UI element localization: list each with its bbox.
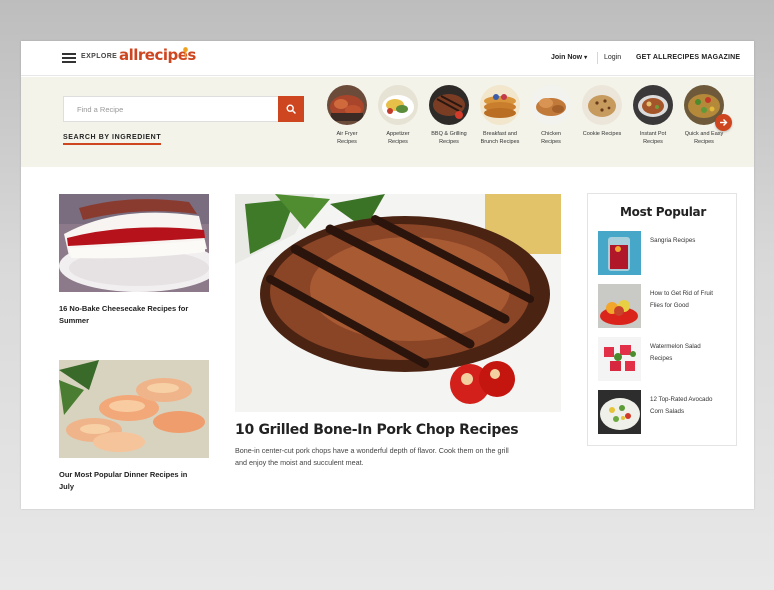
category-label: Instant Pot Recipes <box>639 131 667 145</box>
magazine-link[interactable]: GET ALLRECIPES MAGAZINE <box>636 54 740 61</box>
browser-viewport: EXPLORE allrecipes Join Now ▾ Login GET A… <box>21 41 754 509</box>
category-image <box>429 85 469 125</box>
search-icon <box>286 104 296 114</box>
join-now-dropdown[interactable]: Join Now ▾ <box>551 54 587 61</box>
category-breakfast-brunch[interactable]: Breakfast and Brunch Recipes <box>474 85 526 146</box>
most-popular-title: Most Popular <box>620 205 706 219</box>
carousel-next-button[interactable] <box>715 114 732 131</box>
feature-title[interactable]: 10 Grilled Bone-In Pork Chop Recipes <box>235 422 519 438</box>
arrow-right-icon <box>720 119 728 126</box>
category-image <box>480 85 520 125</box>
popular-item-label: How to Get Rid of Fruit Flies for Good <box>650 290 713 309</box>
category-label: Breakfast and Brunch Recipes <box>480 131 520 145</box>
search-button[interactable] <box>278 96 304 122</box>
popular-item-label: Sangria Recipes <box>650 237 696 244</box>
category-chicken[interactable]: Chicken Recipes <box>525 85 577 146</box>
category-image <box>633 85 673 125</box>
search-box <box>63 96 304 122</box>
dinner-image <box>59 360 209 458</box>
category-label: BBQ & Grilling Recipes <box>431 131 467 145</box>
popular-item-label: 12 Top-Rated Avocado Corn Salads <box>650 396 713 415</box>
logo-spoon-icon <box>183 47 188 58</box>
popular-item-sangria[interactable]: Sangria Recipes <box>598 231 733 275</box>
cheesecake-image <box>59 194 209 292</box>
login-link[interactable]: Login <box>604 54 621 61</box>
category-bbq-grilling[interactable]: BBQ & Grilling Recipes <box>423 85 475 146</box>
cheesecake-title: 16 No-Bake Cheesecake Recipes for Summer <box>59 304 189 325</box>
popular-item-image <box>598 337 641 381</box>
feature-pork-chop-image[interactable] <box>235 194 561 412</box>
category-label: Air Fryer Recipes <box>336 131 358 145</box>
header-divider <box>597 52 598 64</box>
hamburger-menu-icon[interactable] <box>62 53 76 63</box>
top-navigation: EXPLORE allrecipes Join Now ▾ Login GET A… <box>21 41 754 76</box>
feature-description: Bone-in center-cut pork chops have a won… <box>235 446 509 467</box>
category-label: Quick and Easy Recipes <box>684 131 724 145</box>
search-input[interactable] <box>64 97 279 121</box>
category-carousel: Air Fryer Recipes Appetizer Recipes BBQ … <box>321 85 741 163</box>
category-image <box>378 85 418 125</box>
popular-item-label: Watermelon Salad Recipes <box>650 343 701 362</box>
most-popular-panel: Most Popular Sangria Recipes How to Get … <box>587 193 737 446</box>
popular-item-watermelon[interactable]: Watermelon Salad Recipes <box>598 337 733 381</box>
popular-item-fruit-flies[interactable]: How to Get Rid of Fruit Flies for Good <box>598 284 733 328</box>
explore-link[interactable]: EXPLORE <box>81 53 117 60</box>
popular-item-image <box>598 390 641 434</box>
category-label: Appetizer Recipes <box>386 131 410 145</box>
category-appetizer[interactable]: Appetizer Recipes <box>372 85 424 146</box>
search-band: SEARCH BY INGREDIENT Air FryerRecipes <box>21 77 754 167</box>
dinner-title: Our Most Popular Dinner Recipes in July <box>59 470 188 491</box>
category-image <box>327 85 367 125</box>
join-now-label: Join Now <box>551 54 583 61</box>
caret-down-icon: ▾ <box>584 55 588 61</box>
category-label: Chicken Recipes <box>541 131 561 145</box>
popular-item-avocado-corn[interactable]: 12 Top-Rated Avocado Corn Salads <box>598 390 733 434</box>
category-image <box>531 85 571 125</box>
category-image <box>582 85 622 125</box>
category-cookie[interactable]: Cookie Recipes <box>576 85 628 138</box>
popular-item-image <box>598 231 641 275</box>
category-instant-pot[interactable]: Instant Pot Recipes <box>627 85 679 146</box>
search-by-ingredient-link[interactable]: SEARCH BY INGREDIENT <box>63 134 162 145</box>
category-air-fryer[interactable]: Air Fryer Recipes <box>321 85 373 146</box>
popular-item-image <box>598 284 641 328</box>
category-label: Cookie Recipes <box>582 131 622 137</box>
